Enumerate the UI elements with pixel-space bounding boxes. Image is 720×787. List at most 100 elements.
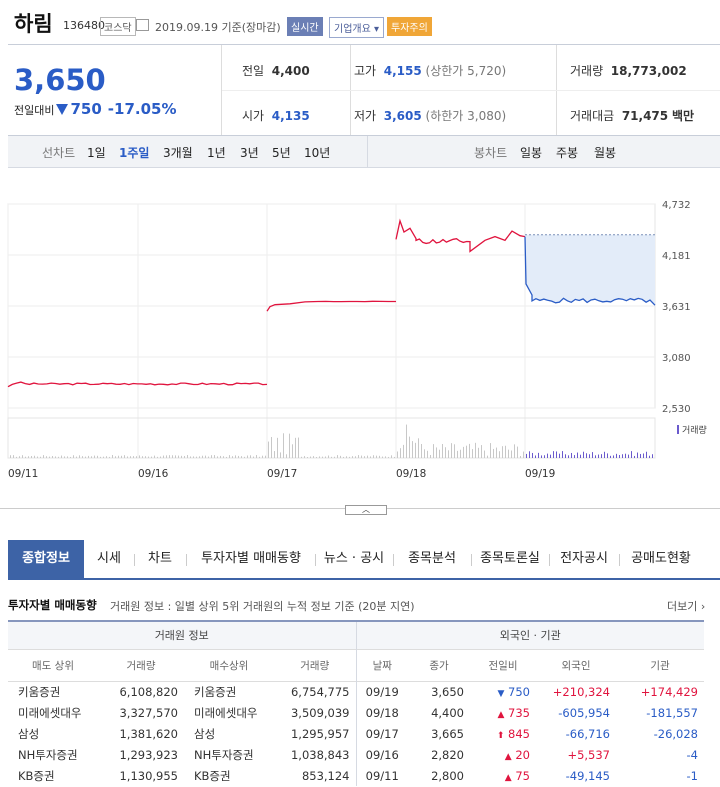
tab-analysis[interactable]: 종목분석 <box>395 540 469 578</box>
x-tick-label: 09/11 <box>8 468 38 480</box>
volume-bar <box>418 438 419 458</box>
volume-bar <box>643 453 644 458</box>
volume-bar <box>115 456 116 458</box>
volume-bar <box>529 451 530 458</box>
volume-bar <box>613 455 614 458</box>
volume-bar <box>391 455 392 458</box>
volume-bar <box>304 456 305 458</box>
volume-bar <box>292 444 293 458</box>
tab-overview[interactable]: 종합정보 <box>8 540 84 578</box>
price-main: 3,650 전일대비 750 -17.05% <box>8 45 222 135</box>
row-date: 09/11 <box>355 765 408 786</box>
volume-bar <box>379 455 380 458</box>
volume-bar <box>517 446 518 458</box>
period-1y[interactable]: 1년 <box>207 144 226 161</box>
volume-bar <box>25 456 26 458</box>
table-row: 미래에셋대우 3,327,570 미래에셋대우 3,509,039 09/18 4,400… <box>8 702 704 723</box>
company-overview-dropdown[interactable]: 기업개요 ▾ <box>329 17 384 38</box>
row-date: 09/17 <box>355 723 408 744</box>
volume-bar <box>196 456 197 458</box>
volume-bar <box>184 455 185 458</box>
volume-bar <box>151 456 152 458</box>
x-tick-label: 09/18 <box>396 468 426 480</box>
volume-bar <box>145 456 146 458</box>
volume-bar <box>619 454 620 458</box>
volume-bar <box>289 433 290 458</box>
row-date: 09/19 <box>355 681 408 702</box>
period-3m[interactable]: 3개월 <box>163 144 193 161</box>
candle-monthly[interactable]: 월봉 <box>594 144 616 161</box>
tab-price[interactable]: 시세 <box>86 540 132 578</box>
volume-bar <box>250 455 251 458</box>
table-row: KB증권 1,130,955 KB증권 853,124 09/11 2,800 ▲ 75 -4… <box>8 765 704 786</box>
row-close: 2,800 <box>431 768 464 783</box>
volume-bar <box>67 456 68 458</box>
tab-discussion[interactable]: 종목토론실 <box>473 540 547 578</box>
volume-bar <box>319 456 320 458</box>
volume-bar <box>499 451 500 458</box>
volume-bar <box>598 454 599 458</box>
volume-bar <box>394 456 395 458</box>
tab-disclosure[interactable]: 전자공시 <box>551 540 617 578</box>
volume-bar <box>373 455 374 458</box>
row-inst: -181,557 <box>646 705 698 720</box>
line-chart-label: 선차트 <box>42 146 76 160</box>
stock-header: 하림 136480 코스닥 2019.09.19 기준(장마감) 실시간 기업개… <box>0 0 720 44</box>
calendar-icon <box>136 19 149 31</box>
chart-collapse-button[interactable]: ︿ <box>345 505 387 515</box>
up-arrow-icon: ▲ <box>497 709 505 720</box>
volume-bar <box>454 444 455 458</box>
realtime-button[interactable]: 실시간 <box>287 17 323 36</box>
candle-daily[interactable]: 일봉 <box>520 144 542 161</box>
volume-bar <box>469 443 470 458</box>
main-tabs: 종합정보 시세 차트 투자자별 매매동향 뉴스 · 공시 종목분석 종목토론실 … <box>8 540 720 580</box>
period-1d[interactable]: 1일 <box>87 144 106 161</box>
row-diff: ▲ 75 <box>504 768 530 783</box>
tab-chart[interactable]: 차트 <box>136 540 184 578</box>
candle-weekly[interactable]: 주봉 <box>556 144 578 161</box>
change-percent: -17.05% <box>107 100 177 118</box>
volume-bar <box>361 455 362 458</box>
volume-bar <box>121 455 122 458</box>
volume-bar <box>34 455 35 458</box>
volume-bar <box>235 455 236 458</box>
volume-bar <box>226 456 227 458</box>
volume-bar <box>166 455 167 458</box>
volume-bar <box>91 456 92 458</box>
volume-bar <box>376 455 377 458</box>
tab-news[interactable]: 뉴스 · 공시 <box>317 540 391 578</box>
tab-short-selling[interactable]: 공매도현황 <box>621 540 701 578</box>
sell-broker: 미래에셋대우 <box>18 705 82 720</box>
period-5y[interactable]: 5년 <box>272 144 291 161</box>
volume-bar <box>241 456 242 458</box>
volume-bar <box>238 455 239 458</box>
volume-bar <box>577 452 578 458</box>
volume-bar <box>370 456 371 458</box>
tab-investor-trend[interactable]: 투자자별 매매동향 <box>189 540 313 578</box>
decline-area <box>525 234 655 306</box>
date-label: 2019.09.19 기준(장마감) <box>155 21 281 34</box>
current-price: 3,650 <box>14 63 106 97</box>
volume-bar <box>109 456 110 458</box>
price-chart: 4,732 4,181 3,631 3,080 2,530 거래량 09/11 09/16 0… <box>7 200 707 480</box>
trade-amount: 거래대금 71,475 백만 <box>570 109 695 123</box>
period-10y[interactable]: 10년 <box>304 144 330 161</box>
row-date: 09/16 <box>355 744 408 765</box>
more-link[interactable]: 더보기 › <box>667 598 705 614</box>
volume-bar <box>547 453 548 458</box>
volume-bar <box>358 455 359 458</box>
volume-legend: 거래량 <box>682 424 707 436</box>
period-3y[interactable]: 3년 <box>240 144 259 161</box>
volume-bar <box>148 456 149 458</box>
volume-bar <box>31 455 32 458</box>
volume-bar <box>277 437 278 458</box>
volume-bar <box>100 456 101 458</box>
volume-bar <box>622 454 623 458</box>
buy-broker: KB증권 <box>194 768 231 783</box>
y-tick-label: 4,732 <box>662 200 691 211</box>
foreign-header: 외국인 · 기관 <box>355 621 704 649</box>
up-arrow-icon: ▲ <box>504 772 512 783</box>
volume-bar <box>58 456 59 458</box>
volume-bar <box>73 455 74 458</box>
period-1w[interactable]: 1주일 <box>119 144 149 161</box>
